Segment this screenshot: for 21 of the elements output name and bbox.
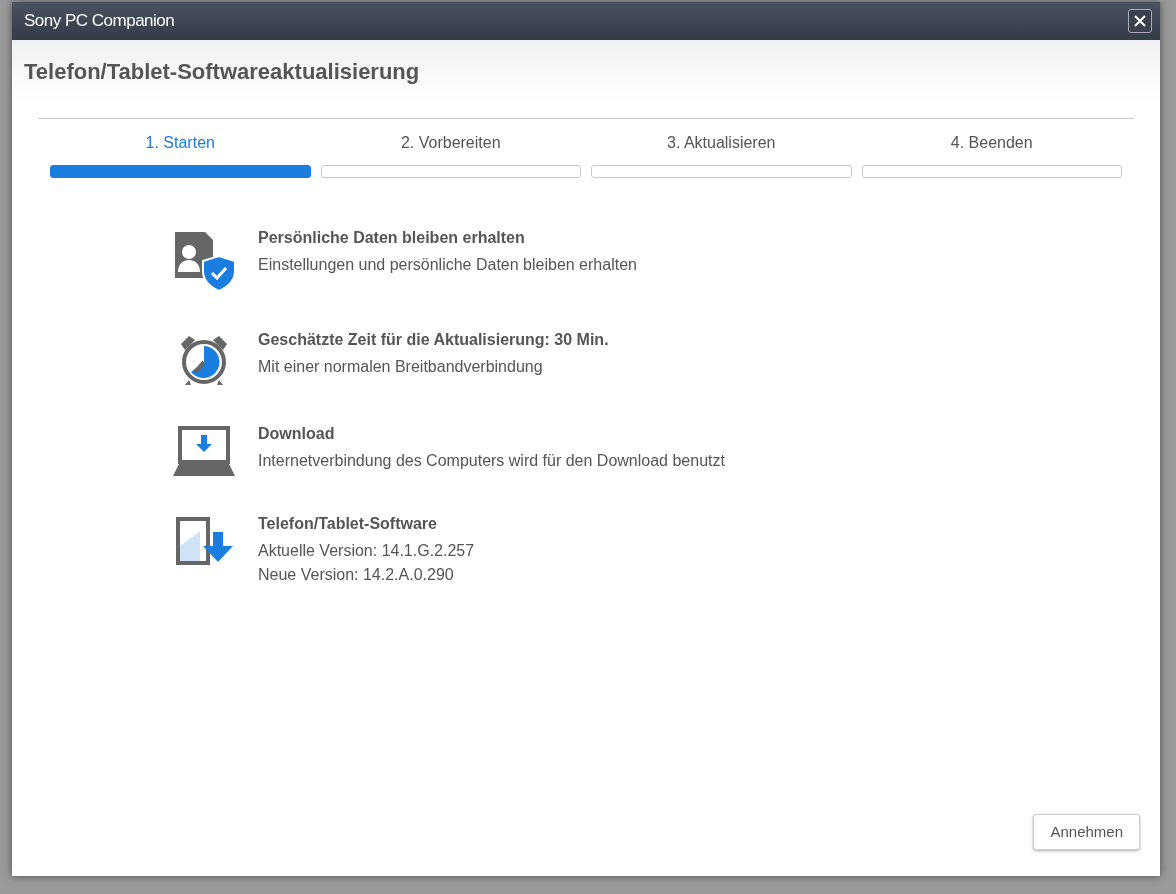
close-button[interactable] (1128, 9, 1152, 33)
item-title: Geschätzte Zeit für die Aktualisierung: 30 Min. (258, 330, 609, 350)
step-label: 1. Starten (145, 133, 215, 153)
accept-button[interactable]: Annehmen (1033, 814, 1140, 850)
item-description: Einstellungen und persönliche Daten bleiben erhalten (258, 256, 637, 274)
close-icon (1134, 15, 1146, 27)
step-label: 3. Aktualisieren (667, 133, 776, 153)
item-description: Mit einer normalen Breitbandverbindung (258, 358, 544, 376)
dialog-title: Telefon/Tablet-Softwareaktualisierung (24, 57, 420, 86)
item-description: Aktuelle Version: 14.1.G.2.257 (258, 542, 475, 560)
user-shield-icon (173, 230, 235, 292)
item-description: Internetverbindung des Computers wird für den Download benutzt (258, 452, 725, 470)
item-title: Persönliche Daten bleiben erhalten (258, 228, 526, 248)
item-title: Telefon/Tablet-Software (258, 514, 438, 534)
laptop-download-icon (173, 426, 235, 476)
step-label: 2. Vorbereiten (400, 133, 501, 153)
window-title: Sony PC Companion (24, 10, 175, 33)
step-label: 4. Beenden (950, 133, 1033, 153)
item-title: Download (258, 424, 336, 444)
tablet-download-icon (175, 516, 233, 566)
item-description: Neue Version: 14.2.A.0.290 (258, 566, 455, 584)
